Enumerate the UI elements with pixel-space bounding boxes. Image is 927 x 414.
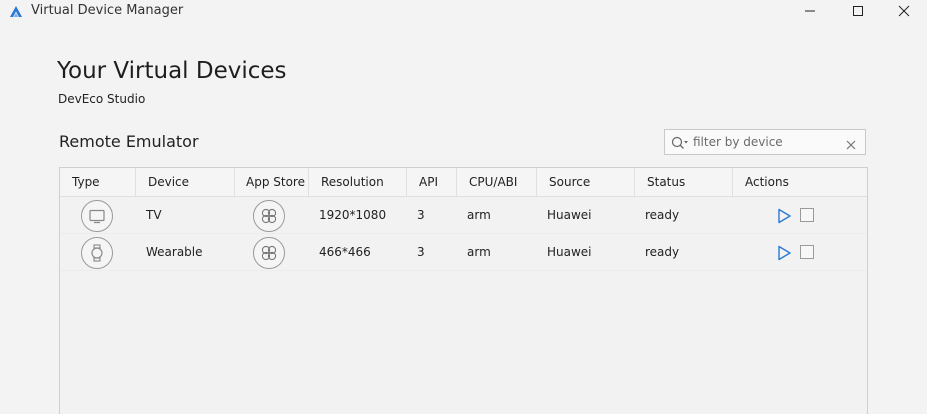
device-api: 3 xyxy=(417,245,425,259)
maximize-button[interactable] xyxy=(835,0,881,22)
device-status: ready xyxy=(645,208,680,222)
stop-icon[interactable] xyxy=(800,208,814,222)
watch-icon xyxy=(81,237,113,269)
device-resolution: 1920*1080 xyxy=(319,208,387,222)
column-header-app-store[interactable]: App Store xyxy=(234,168,308,197)
device-cpu-abi: arm xyxy=(467,208,491,222)
device-status: ready xyxy=(645,245,680,259)
column-header-device[interactable]: Device xyxy=(135,168,234,197)
device-name: TV xyxy=(146,208,162,222)
title-bar: Virtual Device Manager xyxy=(0,0,927,24)
table-row[interactable]: TV 1920*1080 3 arm Huawei ready xyxy=(60,197,867,234)
section-title: Remote Emulator xyxy=(59,132,199,151)
play-icon[interactable] xyxy=(776,208,792,224)
minimize-icon xyxy=(804,2,816,21)
device-resolution: 466*466 xyxy=(319,245,371,259)
window-title: Virtual Device Manager xyxy=(31,3,184,18)
filter-input[interactable] xyxy=(693,133,841,151)
table-row[interactable]: Wearable 466*466 3 arm Huawei ready xyxy=(60,234,867,271)
clear-icon[interactable] xyxy=(845,136,857,155)
device-source: Huawei xyxy=(547,245,592,259)
play-icon[interactable] xyxy=(776,245,792,261)
app-store-icon[interactable] xyxy=(253,237,285,269)
page-title: Your Virtual Devices xyxy=(57,58,287,84)
column-header-actions: Actions xyxy=(732,168,867,197)
device-api: 3 xyxy=(417,208,425,222)
device-name: Wearable xyxy=(146,245,203,259)
deveco-logo-icon xyxy=(9,4,23,18)
minimize-button[interactable] xyxy=(787,0,833,22)
column-header-type[interactable]: Type xyxy=(60,168,135,197)
maximize-icon xyxy=(852,2,864,21)
table-header: Type Device App Store Resolution API CPU… xyxy=(60,168,867,197)
devices-table: Type Device App Store Resolution API CPU… xyxy=(59,167,868,414)
search-icon xyxy=(671,135,689,154)
column-header-source[interactable]: Source xyxy=(536,168,634,197)
column-header-resolution[interactable]: Resolution xyxy=(308,168,406,197)
tv-icon xyxy=(81,200,113,232)
app-store-icon[interactable] xyxy=(253,200,285,232)
device-source: Huawei xyxy=(547,208,592,222)
close-button[interactable] xyxy=(881,0,927,22)
column-header-api[interactable]: API xyxy=(406,168,456,197)
column-header-status[interactable]: Status xyxy=(634,168,732,197)
stop-icon[interactable] xyxy=(800,245,814,259)
device-cpu-abi: arm xyxy=(467,245,491,259)
close-icon xyxy=(898,2,910,21)
page-subtitle: DevEco Studio xyxy=(58,92,146,106)
filter-box[interactable] xyxy=(664,129,866,155)
column-header-cpu-abi[interactable]: CPU/ABI xyxy=(456,168,536,197)
